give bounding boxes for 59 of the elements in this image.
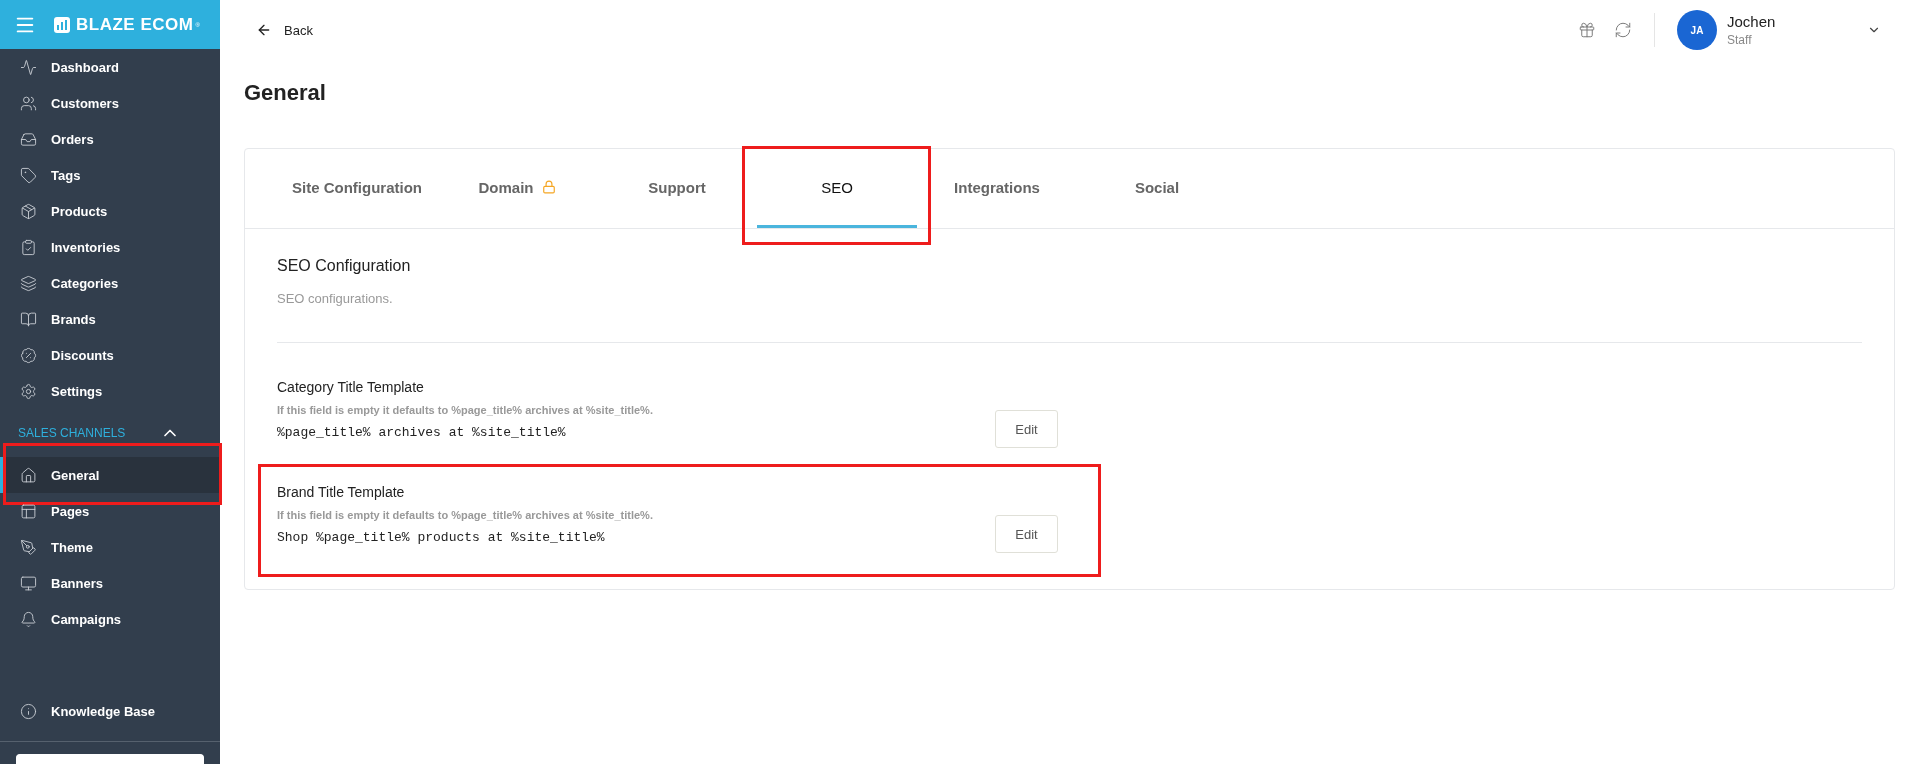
nav-icon: [19, 502, 37, 520]
sidebar-item[interactable]: Tags: [0, 157, 220, 193]
nav-icon: [19, 238, 37, 256]
nav-icon: [19, 610, 37, 628]
sidebar-item[interactable]: Theme: [0, 529, 220, 565]
tab[interactable]: Social: [1077, 149, 1237, 228]
nav-icon: [19, 58, 37, 76]
page-title: General: [244, 80, 327, 107]
field-value: %page_title% archives at %site_title%: [277, 425, 567, 440]
nav-icon: [19, 574, 37, 592]
section-heading: SALES CHANNELS: [18, 426, 126, 440]
field-hint: If this field is empty it defaults to %page_title% archives at %site_title%.: [277, 404, 653, 416]
nav-icon: [19, 202, 37, 220]
tab[interactable]: Integrations: [917, 149, 1077, 228]
logo-icon: [54, 16, 70, 33]
tab[interactable]: SEO: [757, 149, 917, 228]
nav-icon: [19, 310, 37, 328]
tab[interactable]: Domain: [437, 149, 597, 228]
logo-text: BLAZE ECOM: [76, 14, 194, 35]
sidebar-item[interactable]: Discounts: [0, 337, 220, 373]
sidebar-item[interactable]: Campaigns: [0, 601, 220, 637]
sidebar-item[interactable]: Pages: [0, 493, 220, 529]
user-role: Staff: [1727, 33, 1753, 47]
sidebar-item[interactable]: Banners: [0, 565, 220, 601]
nav-icon: [19, 382, 37, 400]
back-arrow-icon: [256, 22, 272, 38]
user-avatar[interactable]: JA: [1677, 10, 1717, 50]
nav-icon: [19, 466, 37, 484]
section-title: SEO Configuration: [277, 257, 412, 275]
nav-icon: [19, 130, 37, 148]
sidebar-item[interactable]: Knowledge Base: [0, 693, 220, 729]
sidebar-item[interactable]: Categories: [0, 265, 220, 301]
nav-icon: [19, 538, 37, 556]
sidebar-item[interactable]: Customers: [0, 85, 220, 121]
sidebar-item[interactable]: Settings: [0, 373, 220, 409]
sidebar-item[interactable]: General: [0, 457, 220, 493]
edit-button[interactable]: Edit: [995, 410, 1058, 448]
refresh-icon[interactable]: [1614, 21, 1632, 39]
nav-icon: [19, 346, 37, 364]
sidebar-item[interactable]: Inventories: [0, 229, 220, 265]
sidebar-item[interactable]: Products: [0, 193, 220, 229]
nav-icon: [19, 94, 37, 112]
tab[interactable]: Site Configuration: [277, 149, 437, 228]
tab[interactable]: Support: [597, 149, 757, 228]
sidebar-item[interactable]: Dashboard: [0, 49, 220, 85]
field-label: Brand Title Template: [277, 484, 406, 500]
field-value: Shop %page_title% products at %site_title%: [277, 530, 606, 545]
nav-icon: [19, 166, 37, 184]
field-label: Category Title Template: [277, 379, 425, 395]
gift-icon[interactable]: [1578, 21, 1596, 39]
sidebar-item[interactable]: Orders: [0, 121, 220, 157]
sidebar-item[interactable]: Brands: [0, 301, 220, 337]
nav-icon: [19, 702, 37, 720]
section-subtitle: SEO configurations.: [277, 291, 394, 306]
back-link[interactable]: Back: [244, 22, 313, 38]
edit-button[interactable]: Edit: [995, 515, 1058, 553]
nav-icon: [19, 274, 37, 292]
user-name: Jochen: [1727, 13, 1777, 30]
field-hint: If this field is empty it defaults to %page_title% archives at %site_title%.: [277, 509, 653, 521]
